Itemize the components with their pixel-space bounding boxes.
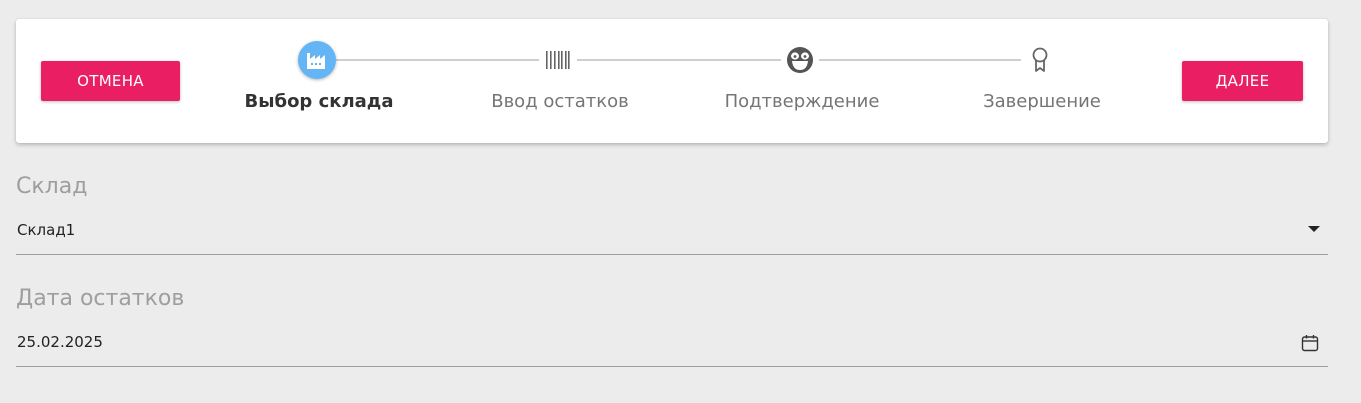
chevron-down-icon[interactable]	[1308, 226, 1320, 232]
warehouse-label: Склад	[16, 174, 88, 199]
warehouse-icon	[307, 53, 325, 69]
smiley-icon	[787, 47, 813, 73]
step-finish[interactable]	[1021, 41, 1059, 79]
step-confirm[interactable]	[781, 41, 819, 79]
stepper-track	[317, 59, 1041, 61]
warehouse-underline	[16, 254, 1328, 255]
calendar-icon[interactable]	[1301, 334, 1319, 352]
barcode-icon	[546, 51, 570, 69]
step-label-confirm: Подтверждение	[724, 91, 880, 112]
date-underline	[16, 366, 1328, 367]
step-label-finish: Завершение	[983, 91, 1101, 112]
step-label-balances: Ввод остатков	[491, 91, 629, 112]
step-warehouse[interactable]	[298, 41, 336, 79]
warehouse-select[interactable]: Склад1	[17, 221, 75, 239]
step-balances[interactable]	[539, 41, 577, 79]
cancel-button[interactable]: ОТМЕНА	[41, 61, 180, 101]
step-label-warehouse: Выбор склада	[244, 91, 394, 112]
next-button[interactable]: ДАЛЕЕ	[1182, 61, 1303, 101]
award-icon	[1032, 47, 1048, 72]
date-input[interactable]: 25.02.2025	[17, 333, 103, 351]
date-label: Дата остатков	[16, 286, 185, 311]
wizard-header: ОТМЕНА Выбор склада Ввод остатков Подтве…	[16, 19, 1328, 143]
